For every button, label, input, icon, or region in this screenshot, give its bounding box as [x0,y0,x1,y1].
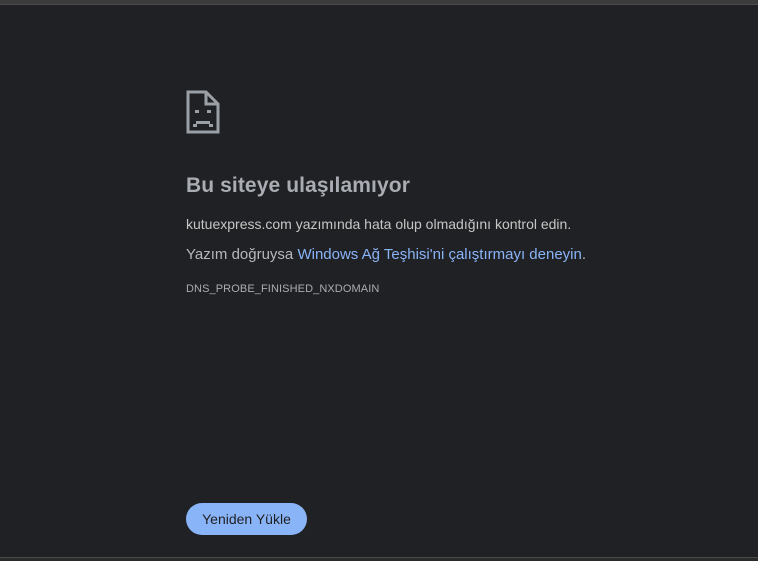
network-diagnostics-link[interactable]: Windows Ağ Teşhisi'ni çalıştırmayı deney… [297,246,581,263]
sad-page-icon [186,90,220,134]
suggestion-prefix: Yazım doğruysa [186,246,298,263]
error-page-content: Bu siteye ulaşılamıyor kutuexpress.com y… [186,90,726,295]
window-bottom-edge [0,557,758,561]
reload-button[interactable]: Yeniden Yükle [186,503,307,535]
error-suggestion: Yazım doğruysa Windows Ağ Teşhisi'ni çal… [186,246,726,263]
window-top-edge [0,0,758,5]
error-title: Bu siteye ulaşılamıyor [186,174,410,197]
suggestion-suffix: . [581,246,587,263]
error-message: kutuexpress.com yazımında hata olup olma… [186,216,572,232]
error-code: DNS_PROBE_FINISHED_NXDOMAIN [186,283,380,295]
